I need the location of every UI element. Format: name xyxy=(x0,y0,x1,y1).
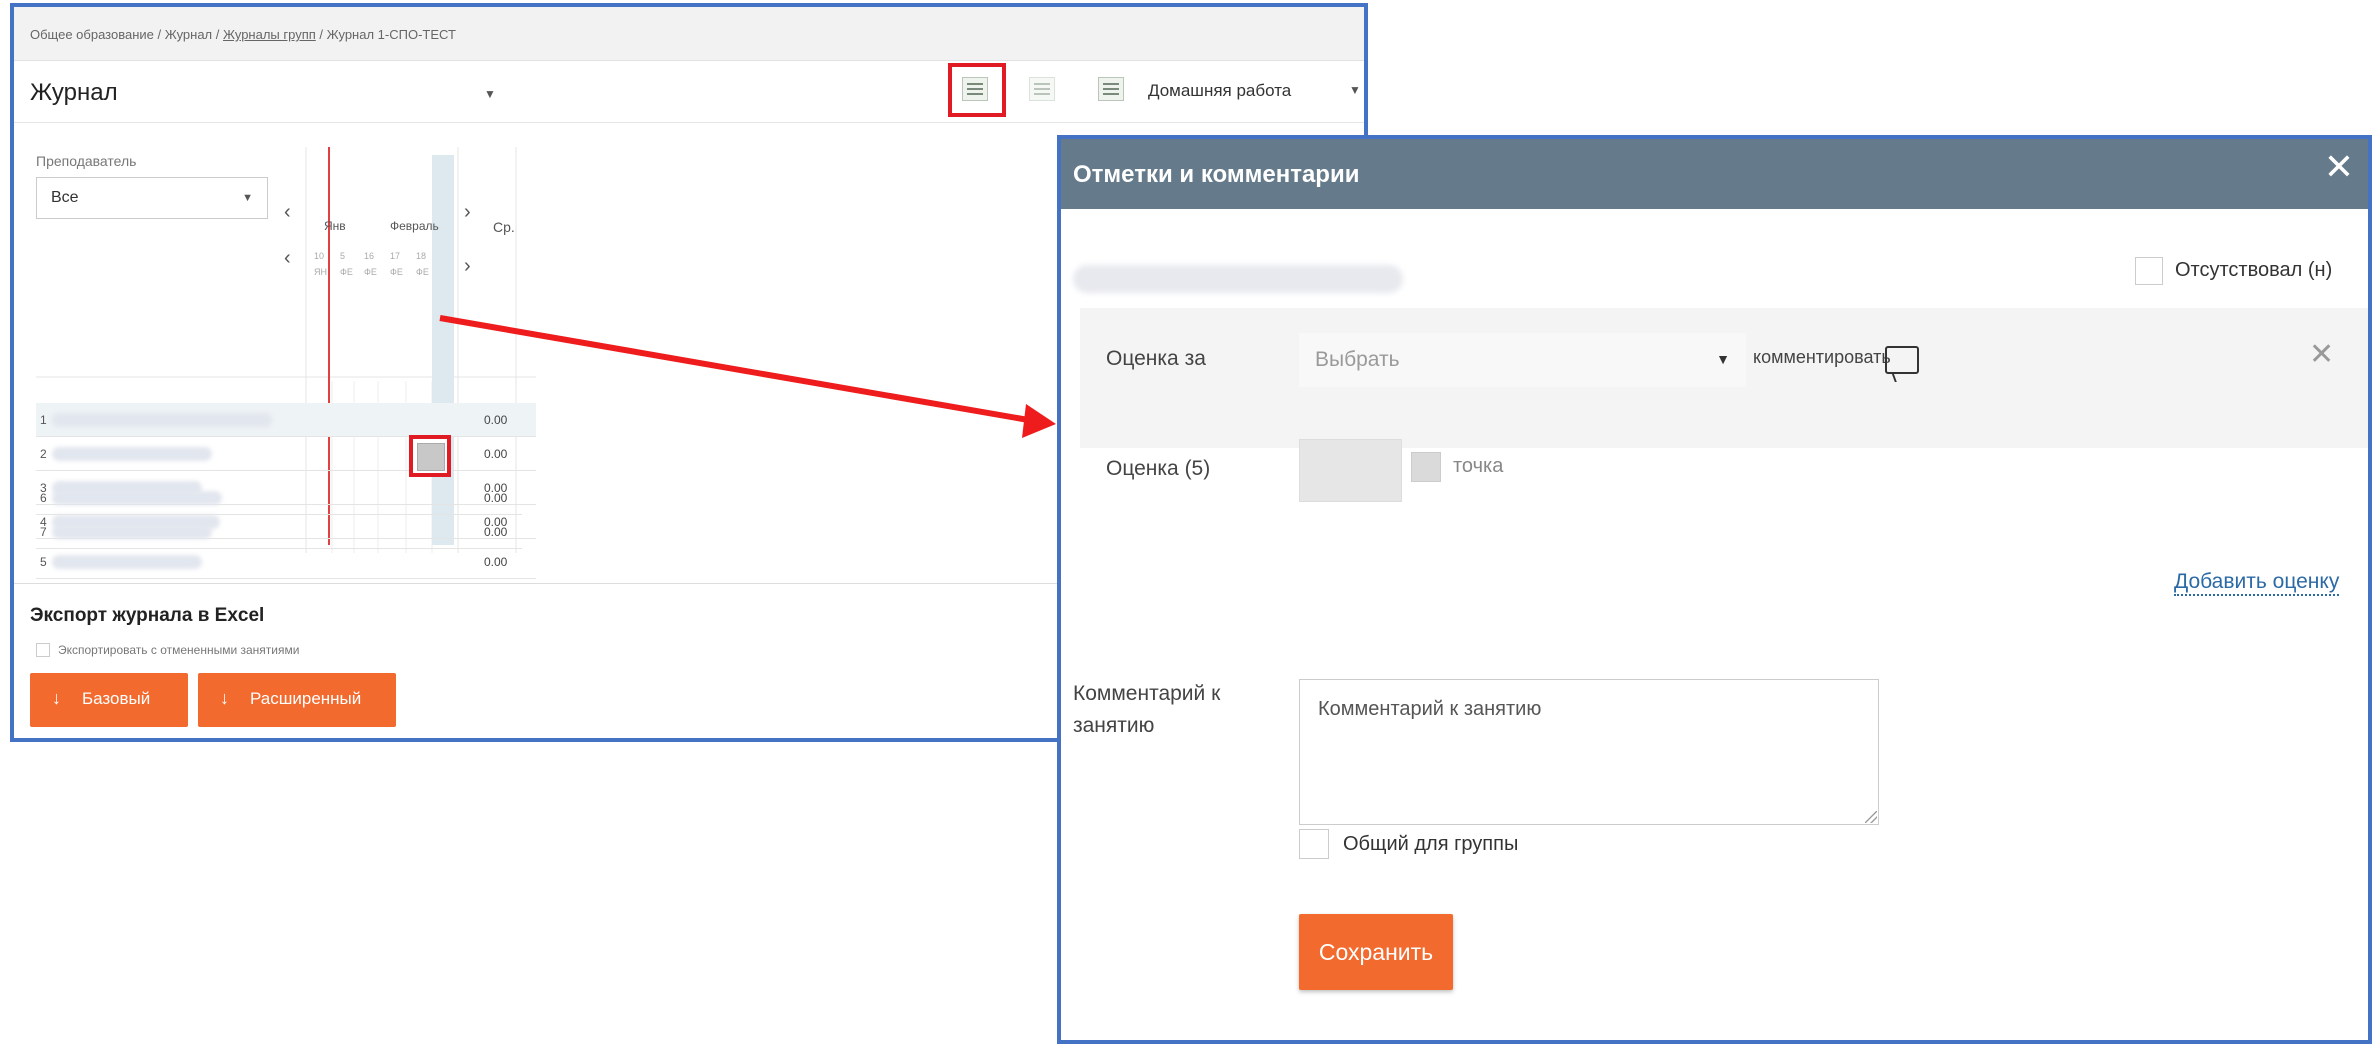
dialog-header: Отметки и комментарии ✕ xyxy=(1061,139,2368,209)
row-average: 0.00 xyxy=(484,525,508,539)
table-row[interactable]: 7 0.00 xyxy=(36,515,522,549)
journal-dropdown-icon[interactable]: ▼ xyxy=(484,87,496,101)
prev-day-icon[interactable]: ‹ xyxy=(284,247,291,270)
marks-comments-tool-icon[interactable] xyxy=(962,77,988,101)
chevron-down-icon: ▼ xyxy=(1716,351,1730,367)
dialog-title: Отметки и комментарии xyxy=(1073,161,1360,188)
lesson-comment-label: Комментарий к занятию xyxy=(1073,682,1221,737)
month-feb: Февраль xyxy=(390,219,439,233)
day-month: ЯН xyxy=(314,267,327,277)
journal-title: Журнал xyxy=(30,79,118,106)
day-month: ФЕ xyxy=(340,267,353,277)
next-day-icon[interactable]: › xyxy=(464,255,471,278)
prev-month-icon[interactable]: ‹ xyxy=(284,201,291,224)
group-common-checkbox[interactable] xyxy=(1299,829,1329,859)
day-month: ФЕ xyxy=(364,267,377,277)
student-name-redacted xyxy=(1073,265,1403,293)
grade-type-placeholder: Выбрать xyxy=(1315,348,1400,371)
table-row[interactable]: 2 0.00 xyxy=(36,437,536,471)
breadcrumb-link-groups[interactable]: Журналы групп xyxy=(223,27,316,42)
next-month-icon[interactable]: › xyxy=(464,201,471,224)
day-month: ФЕ xyxy=(416,267,429,277)
breadcrumb-current: / Журнал 1-СПО-ТЕСТ xyxy=(315,27,456,42)
table-row[interactable]: 6 0.00 xyxy=(36,481,522,515)
save-button[interactable]: Сохранить xyxy=(1299,914,1453,990)
row-number: 7 xyxy=(40,525,47,539)
table-row[interactable]: 5 0.00 xyxy=(36,545,536,579)
day-number[interactable]: 18 xyxy=(416,251,426,261)
row-number: 2 xyxy=(40,447,47,461)
close-icon[interactable]: ✕ xyxy=(2324,149,2354,185)
export-basic-button[interactable]: ↓ Базовый xyxy=(30,673,188,727)
chart-tool-icon[interactable] xyxy=(1029,77,1055,101)
absent-checkbox[interactable] xyxy=(2135,257,2163,285)
dot-label: точка xyxy=(1453,455,1504,477)
breadcrumb-path: Общее образование / Журнал / xyxy=(30,27,223,42)
comment-link[interactable]: комментировать xyxy=(1753,347,1891,368)
row-average: 0.00 xyxy=(484,413,508,427)
row-number: 6 xyxy=(40,491,47,505)
add-grade-link[interactable]: Добавить оценку xyxy=(2174,570,2340,596)
student-name-redacted xyxy=(52,447,212,461)
grade-input[interactable] xyxy=(1299,439,1402,502)
homework-dropdown-icon[interactable]: ▼ xyxy=(1349,83,1361,97)
day-number[interactable]: 17 xyxy=(390,251,400,261)
student-name-redacted xyxy=(52,555,202,569)
breadcrumb: Общее образование / Журнал / Журналы гру… xyxy=(14,7,1364,61)
export-cancelled-checkbox[interactable] xyxy=(36,643,50,657)
export-extended-label: Расширенный xyxy=(250,689,362,708)
lesson-comment-field[interactable] xyxy=(1299,679,1879,825)
remove-grade-icon[interactable]: ✕ xyxy=(2309,337,2334,372)
day-number[interactable]: 10 xyxy=(314,251,324,261)
row-average: 0.00 xyxy=(484,491,508,505)
export-title: Экспорт журнала в Excel xyxy=(30,605,265,626)
row-number: 5 xyxy=(40,555,47,569)
absent-label: Отсутствовал (н) xyxy=(2175,259,2333,281)
export-extended-button[interactable]: ↓ Расширенный xyxy=(198,673,396,727)
grade-type-select[interactable]: Выбрать ▼ xyxy=(1299,333,1746,387)
student-name-redacted xyxy=(52,413,272,427)
month-jan: Янв xyxy=(324,219,346,233)
day-number[interactable]: 5 xyxy=(340,251,345,261)
journal-header: Журнал ▼ Домашняя работа ▼ xyxy=(14,61,1364,123)
export-basic-label: Базовый xyxy=(82,689,151,708)
grade-label: Оценка (5) xyxy=(1106,457,1211,480)
row-average: 0.00 xyxy=(484,555,508,569)
day-number[interactable]: 16 xyxy=(364,251,374,261)
grade-for-label: Оценка за xyxy=(1106,347,1206,370)
download-icon: ↓ xyxy=(52,688,61,708)
dot-checkbox[interactable] xyxy=(1411,452,1441,482)
row-number: 1 xyxy=(40,413,47,427)
day-month: ФЕ xyxy=(390,267,403,277)
marks-comments-dialog: Отметки и комментарии ✕ Отсутствовал (н)… xyxy=(1057,135,2372,1044)
average-header: Ср. xyxy=(493,219,515,235)
comment-bubble-icon[interactable] xyxy=(1885,346,1919,374)
table-row[interactable]: 1 0.00 xyxy=(36,403,536,437)
group-common-label: Общий для группы xyxy=(1343,833,1519,855)
homework-select-label[interactable]: Домашняя работа xyxy=(1148,81,1291,101)
student-name-redacted xyxy=(52,525,212,539)
download-icon: ↓ xyxy=(220,688,229,708)
export-cancelled-label: Экспортировать с отмененными занятиями xyxy=(58,643,300,657)
student-name-redacted xyxy=(52,491,222,505)
row-average: 0.00 xyxy=(484,447,508,461)
homework-calendar-icon[interactable] xyxy=(1098,77,1124,101)
resize-handle-icon[interactable] xyxy=(1865,811,1877,823)
selected-grade-cell[interactable] xyxy=(409,435,451,477)
